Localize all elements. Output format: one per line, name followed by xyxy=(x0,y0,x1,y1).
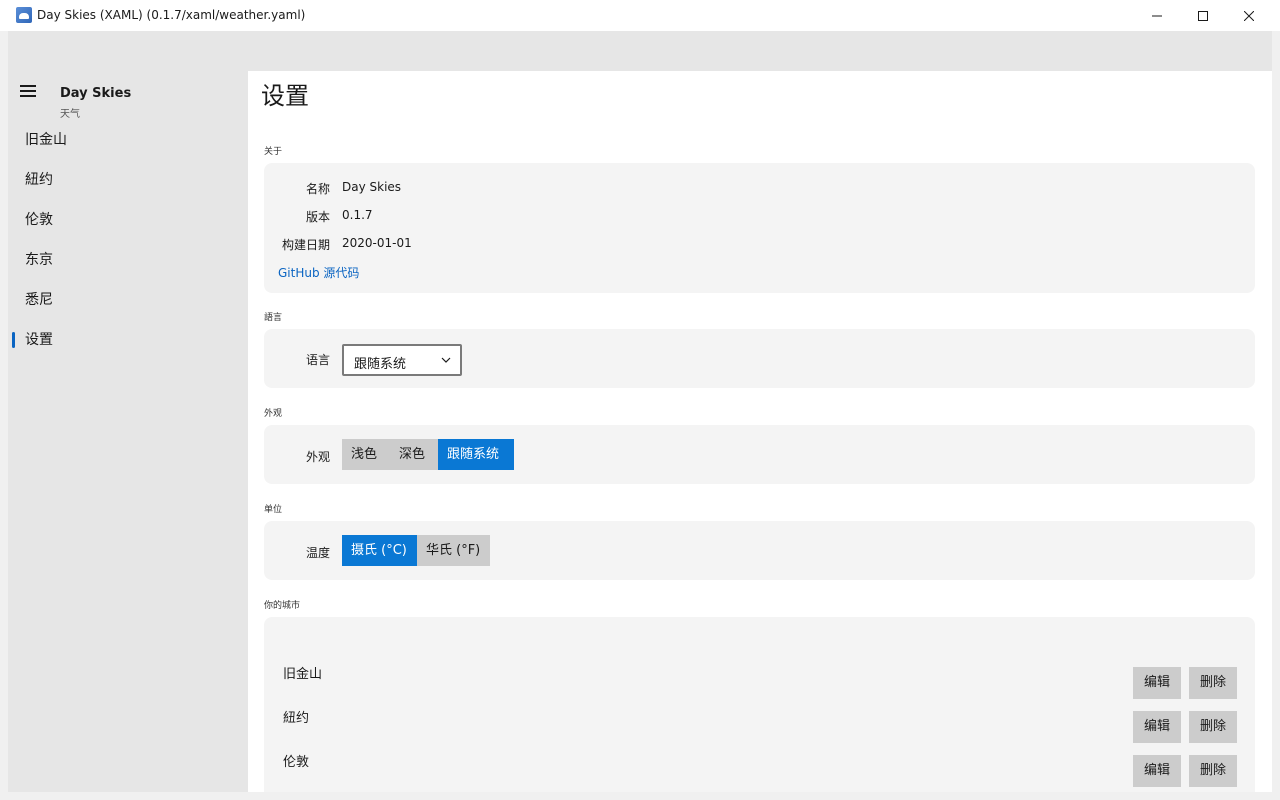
edit-button[interactable]: 编辑 xyxy=(1133,667,1181,699)
appearance-card: 外观 浅色 深色 跟随系统 xyxy=(264,425,1255,484)
title-bar: Day Skies (XAML) (0.1.7/xaml/weather.yam… xyxy=(0,0,1280,31)
close-icon xyxy=(1244,10,1254,21)
build-date-label: 构建日期 xyxy=(281,238,330,252)
city-name-london: 伦敦 xyxy=(283,755,310,770)
section-label-about: 关于 xyxy=(264,147,283,157)
appearance-label: 外观 xyxy=(305,450,330,464)
name-value: Day Skies xyxy=(342,180,402,194)
sidebar-item-tokyo[interactable]: 东京 xyxy=(12,242,242,278)
city-name-san-francisco: 旧金山 xyxy=(283,667,323,682)
temperature-toggle-group: 摄氏 (°C) 华氏 (°F) xyxy=(342,535,490,566)
sidebar-item-london[interactable]: 伦敦 xyxy=(12,202,242,238)
units-card: 温度 摄氏 (°C) 华氏 (°F) xyxy=(264,521,1255,580)
name-label: 名称 xyxy=(305,182,330,196)
app-frame: Day Skies 天气 旧金山 紐约 伦敦 东京 悉尼 设置 设置 关于 名称… xyxy=(8,31,1272,792)
appearance-system-button[interactable]: 跟随系统 xyxy=(438,439,514,470)
language-select[interactable]: 跟随系统 xyxy=(342,344,462,376)
maximize-button[interactable] xyxy=(1180,0,1226,31)
minimize-button[interactable] xyxy=(1134,0,1180,31)
language-card: 语言 跟随系统 xyxy=(264,329,1255,388)
edit-button[interactable]: 编辑 xyxy=(1133,755,1181,787)
page-title: 设置 xyxy=(261,82,309,110)
navigation-pane: Day Skies 天气 旧金山 紐约 伦敦 东京 悉尼 设置 xyxy=(8,71,248,792)
top-strip xyxy=(8,31,1272,71)
build-date-value: 2020-01-01 xyxy=(342,236,412,250)
language-label: 语言 xyxy=(305,353,330,367)
minimize-icon xyxy=(1152,15,1162,16)
celsius-button[interactable]: 摄氏 (°C) xyxy=(342,535,417,566)
temperature-label: 温度 xyxy=(305,546,330,560)
app-name: Day Skies xyxy=(60,86,132,101)
appearance-dark-button[interactable]: 深色 xyxy=(390,439,438,470)
sidebar-item-sydney[interactable]: 悉尼 xyxy=(12,282,242,318)
about-card: 名称 Day Skies 版本 0.1.7 构建日期 2020-01-01 Gi… xyxy=(264,163,1255,293)
sidebar-item-settings[interactable]: 设置 xyxy=(12,322,242,358)
section-label-cities: 你的城市 xyxy=(264,601,301,611)
delete-button[interactable]: 删除 xyxy=(1189,667,1237,699)
delete-button[interactable]: 删除 xyxy=(1189,755,1237,787)
appearance-light-button[interactable]: 浅色 xyxy=(342,439,390,470)
menu-icon[interactable] xyxy=(20,85,36,97)
section-label-language: 語言 xyxy=(264,313,283,323)
settings-page: 设置 关于 名称 Day Skies 版本 0.1.7 构建日期 2020-01… xyxy=(248,71,1272,792)
fahrenheit-button[interactable]: 华氏 (°F) xyxy=(417,535,490,566)
maximize-icon xyxy=(1198,10,1208,21)
language-select-value: 跟随系统 xyxy=(354,357,407,372)
section-label-units: 单位 xyxy=(264,505,283,515)
close-button[interactable] xyxy=(1226,0,1272,31)
cities-card: 旧金山 编辑 删除 紐约 编辑 删除 伦敦 编辑 删除 xyxy=(264,617,1255,792)
edit-button[interactable]: 编辑 xyxy=(1133,711,1181,743)
sidebar-item-new-york[interactable]: 紐约 xyxy=(12,162,242,198)
city-name-new-york: 紐约 xyxy=(283,711,310,726)
sidebar-item-san-francisco[interactable]: 旧金山 xyxy=(12,122,242,158)
delete-button[interactable]: 删除 xyxy=(1189,711,1237,743)
app-icon xyxy=(16,7,32,23)
chevron-down-icon xyxy=(441,357,451,363)
app-subtitle: 天气 xyxy=(60,109,80,120)
version-label: 版本 xyxy=(305,210,330,224)
window-title: Day Skies (XAML) (0.1.7/xaml/weather.yam… xyxy=(37,8,306,22)
section-label-appearance: 外观 xyxy=(264,409,283,419)
version-value: 0.1.7 xyxy=(342,208,373,222)
appearance-toggle-group: 浅色 深色 跟随系统 xyxy=(342,439,514,470)
github-source-link[interactable]: GitHub 源代码 xyxy=(278,264,359,281)
